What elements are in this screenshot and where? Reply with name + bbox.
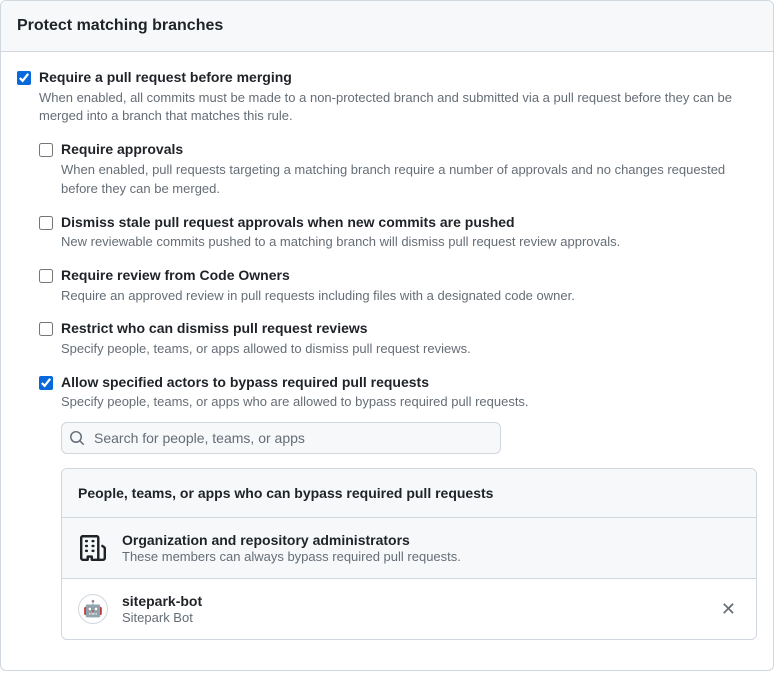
organization-icon bbox=[78, 533, 108, 563]
option-dismiss-stale: Dismiss stale pull request approvals whe… bbox=[39, 213, 757, 252]
option-desc: Require an approved review in pull reque… bbox=[61, 287, 757, 306]
option-require-approvals: Require approvals When enabled, pull req… bbox=[39, 140, 757, 198]
bypass-row-admins: Organization and repository administrato… bbox=[62, 518, 756, 578]
bypass-list: People, teams, or apps who can bypass re… bbox=[61, 468, 757, 640]
checkbox-restrict-dismiss[interactable] bbox=[39, 322, 53, 336]
close-icon: ✕ bbox=[721, 599, 736, 619]
bypass-admins-desc: These members can always bypass required… bbox=[122, 549, 740, 564]
sub-options: Require approvals When enabled, pull req… bbox=[39, 140, 757, 648]
bypass-search-input[interactable] bbox=[61, 422, 501, 454]
option-desc: When enabled, all commits must be made t… bbox=[39, 89, 757, 127]
bypass-admins-title: Organization and repository administrato… bbox=[122, 532, 740, 548]
protect-branches-panel: Protect matching branches Require a pull… bbox=[0, 0, 774, 671]
option-desc: Specify people, teams, or apps who are a… bbox=[61, 393, 757, 412]
option-restrict-dismiss: Restrict who can dismiss pull request re… bbox=[39, 319, 757, 358]
panel-header: Protect matching branches bbox=[1, 1, 773, 52]
bot-avatar-icon: 🤖 bbox=[78, 594, 108, 624]
checkbox-require-approvals[interactable] bbox=[39, 143, 53, 157]
checkbox-dismiss-stale[interactable] bbox=[39, 216, 53, 230]
option-allow-bypass: Allow specified actors to bypass require… bbox=[39, 373, 757, 648]
option-title: Allow specified actors to bypass require… bbox=[61, 373, 757, 393]
option-title: Require a pull request before merging bbox=[39, 68, 757, 88]
option-title: Require review from Code Owners bbox=[61, 266, 757, 286]
panel-title: Protect matching branches bbox=[17, 17, 757, 35]
checkbox-code-owners[interactable] bbox=[39, 269, 53, 283]
option-desc: When enabled, pull requests targeting a … bbox=[61, 161, 757, 199]
option-title: Require approvals bbox=[61, 140, 757, 160]
bypass-actor-sub: Sitepark Bot bbox=[122, 610, 703, 625]
bypass-row-actor: 🤖 sitepark-bot Sitepark Bot ✕ bbox=[62, 578, 756, 639]
option-desc: New reviewable commits pushed to a match… bbox=[61, 233, 757, 252]
checkbox-require-pr[interactable] bbox=[17, 71, 31, 85]
option-desc: Specify people, teams, or apps allowed t… bbox=[61, 340, 757, 359]
checkbox-allow-bypass[interactable] bbox=[39, 376, 53, 390]
option-title: Dismiss stale pull request approvals whe… bbox=[61, 213, 757, 233]
bypass-actor-name: sitepark-bot bbox=[122, 593, 703, 609]
panel-body: Require a pull request before merging Wh… bbox=[1, 52, 773, 670]
bypass-list-header: People, teams, or apps who can bypass re… bbox=[62, 469, 756, 518]
option-code-owners: Require review from Code Owners Require … bbox=[39, 266, 757, 305]
bypass-search-wrap bbox=[61, 422, 501, 454]
option-require-pr: Require a pull request before merging Wh… bbox=[17, 68, 757, 126]
remove-actor-button[interactable]: ✕ bbox=[717, 596, 740, 622]
option-title: Restrict who can dismiss pull request re… bbox=[61, 319, 757, 339]
search-icon bbox=[69, 430, 85, 446]
